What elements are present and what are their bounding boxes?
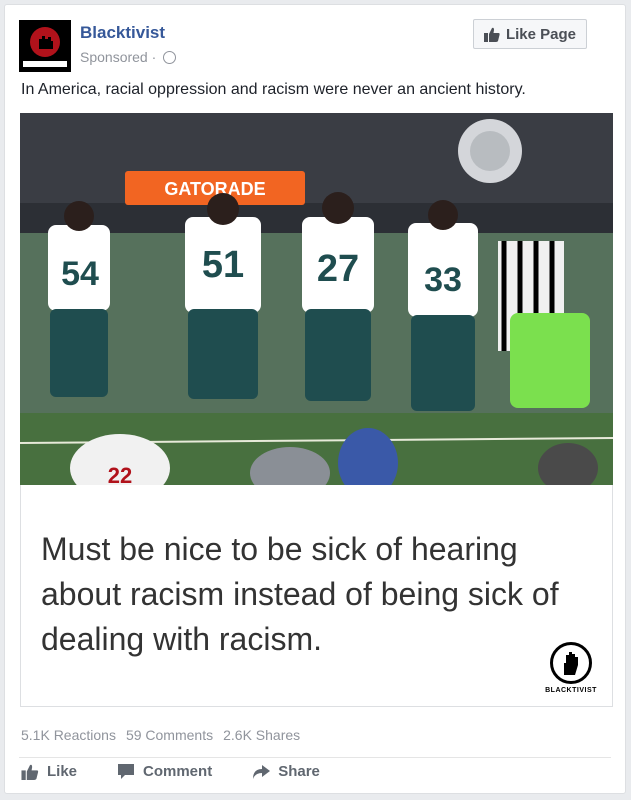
globe-icon [163,51,177,64]
post-text: In America, racial oppression and racism… [21,81,526,98]
jersey-number-33: 33 [424,261,462,299]
thumbs-up-icon [483,27,500,42]
action-bar: Like Comment Share [21,763,320,780]
divider [19,757,611,758]
jersey-number-22: 22 [108,463,132,485]
like-page-button[interactable]: Like Page [473,19,587,49]
page-name-link[interactable]: Blacktivist [80,23,165,43]
shares-count[interactable]: 2.6K Shares [223,727,300,743]
sponsored-post-card: Blacktivist Sponsored · Like Page In Ame… [4,4,626,794]
raised-fist-icon [550,642,592,684]
comments-count[interactable]: 59 Comments [126,727,213,743]
comment-icon [118,764,135,779]
share-arrow-icon [253,764,271,779]
engagement-stats: 5.1K Reactions 59 Comments 2.6K Shares [21,727,300,743]
sponsored-label: Sponsored · [80,49,177,65]
thumbs-up-icon [21,764,39,780]
brand-logo: BLACKTIVIST [544,642,598,694]
reactions-count[interactable]: 5.1K Reactions [21,727,116,743]
quote-text: Must be nice to be sick of hearing about… [41,531,559,657]
jersey-number-54: 54 [61,255,99,293]
jersey-number-51: 51 [202,244,244,286]
post-photo[interactable]: GATORADE 54 51 27 33 22 [20,113,613,485]
share-button[interactable]: Share [252,763,320,780]
quote-panel: Must be nice to be sick of hearing about… [20,485,613,707]
page-avatar[interactable] [19,20,71,72]
like-button[interactable]: Like [21,763,77,780]
comment-button[interactable]: Comment [117,763,212,780]
jersey-number-27: 27 [317,248,359,290]
